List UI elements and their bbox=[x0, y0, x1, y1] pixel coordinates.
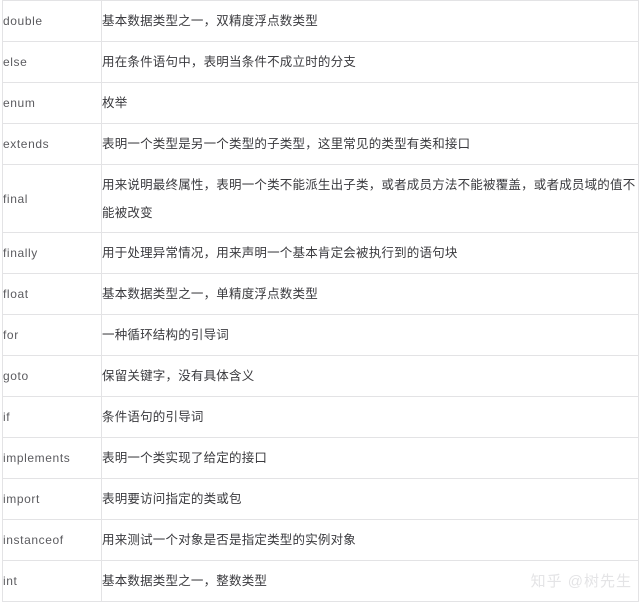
keyword-cell: for bbox=[2, 314, 102, 356]
table-row: float 基本数据类型之一，单精度浮点数类型 bbox=[2, 273, 639, 315]
keyword-cell: enum bbox=[2, 82, 102, 124]
description-cell: 用来测试一个对象是否是指定类型的实例对象 bbox=[101, 519, 639, 561]
keyword-cell: finally bbox=[2, 232, 102, 274]
java-keyword-table: double 基本数据类型之一，双精度浮点数类型 else 用在条件语句中，表明当条件… bbox=[2, 0, 639, 602]
keyword-cell: implements bbox=[2, 437, 102, 479]
table-row: if 条件语句的引导词 bbox=[2, 396, 639, 438]
description-cell: 条件语句的引导词 bbox=[101, 396, 639, 438]
description-cell: 保留关键字，没有具体含义 bbox=[101, 355, 639, 397]
table-row: import 表明要访问指定的类或包 bbox=[2, 478, 639, 520]
description-cell: 基本数据类型之一，单精度浮点数类型 bbox=[101, 273, 639, 315]
keyword-cell: instanceof bbox=[2, 519, 102, 561]
description-cell: 用于处理异常情况，用来声明一个基本肯定会被执行到的语句块 bbox=[101, 232, 639, 274]
keyword-cell: final bbox=[2, 164, 102, 233]
table-row: final 用来说明最终属性，表明一个类不能派生出子类，或者成员方法不能被覆盖，或… bbox=[2, 164, 639, 233]
description-cell: 枚举 bbox=[101, 82, 639, 124]
table-row: implements 表明一个类实现了给定的接口 bbox=[2, 437, 639, 479]
table-row: instanceof 用来测试一个对象是否是指定类型的实例对象 bbox=[2, 519, 639, 561]
keyword-cell: else bbox=[2, 41, 102, 83]
keyword-cell: extends bbox=[2, 123, 102, 165]
keyword-cell: float bbox=[2, 273, 102, 315]
description-cell: 表明一个类型是另一个类型的子类型，这里常见的类型有类和接口 bbox=[101, 123, 639, 165]
description-cell: 基本数据类型之一，整数类型 bbox=[101, 560, 639, 602]
description-cell: 用来说明最终属性，表明一个类不能派生出子类，或者成员方法不能被覆盖，或者成员域的… bbox=[101, 164, 639, 233]
keyword-cell: import bbox=[2, 478, 102, 520]
keyword-cell: int bbox=[2, 560, 102, 602]
description-cell: 表明一个类实现了给定的接口 bbox=[101, 437, 639, 479]
table-row: goto 保留关键字，没有具体含义 bbox=[2, 355, 639, 397]
description-cell: 表明要访问指定的类或包 bbox=[101, 478, 639, 520]
screenshot-root: double 基本数据类型之一，双精度浮点数类型 else 用在条件语句中，表明当条件… bbox=[0, 0, 640, 602]
table-row: int 基本数据类型之一，整数类型 bbox=[2, 560, 639, 602]
description-cell: 基本数据类型之一，双精度浮点数类型 bbox=[101, 0, 639, 42]
table-row: enum 枚举 bbox=[2, 82, 639, 124]
table-row: else 用在条件语句中，表明当条件不成立时的分支 bbox=[2, 41, 639, 83]
description-cell: 用在条件语句中，表明当条件不成立时的分支 bbox=[101, 41, 639, 83]
keyword-table-body: double 基本数据类型之一，双精度浮点数类型 else 用在条件语句中，表明当条件… bbox=[2, 0, 639, 602]
table-row: double 基本数据类型之一，双精度浮点数类型 bbox=[2, 0, 639, 42]
table-row: for 一种循环结构的引导词 bbox=[2, 314, 639, 356]
keyword-cell: double bbox=[2, 0, 102, 42]
description-cell: 一种循环结构的引导词 bbox=[101, 314, 639, 356]
table-row: finally 用于处理异常情况，用来声明一个基本肯定会被执行到的语句块 bbox=[2, 232, 639, 274]
keyword-cell: if bbox=[2, 396, 102, 438]
table-row: extends 表明一个类型是另一个类型的子类型，这里常见的类型有类和接口 bbox=[2, 123, 639, 165]
keyword-cell: goto bbox=[2, 355, 102, 397]
